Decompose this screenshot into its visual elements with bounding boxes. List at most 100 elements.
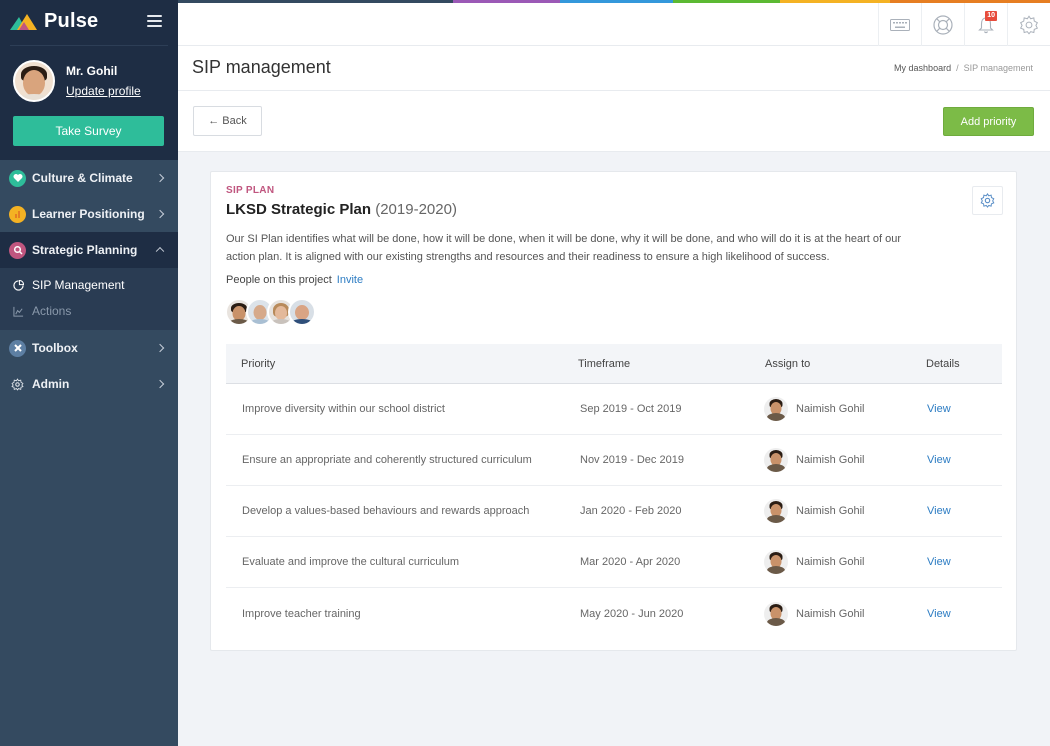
add-priority-button[interactable]: Add priority [943,107,1034,136]
details-cell: View [926,454,1002,466]
assignee-name: Naimish Gohil [796,454,865,466]
details-cell: View [926,608,1002,620]
table-row: Ensure an appropriate and coherently str… [226,435,1002,486]
sidebar-item-admin[interactable]: Admin [0,366,178,402]
table-body: Improve diversity within our school dist… [226,384,1002,639]
avatar[interactable] [764,550,788,574]
sidebar-header: Pulse Mr. Gohil Update profile Take Surv… [0,0,178,160]
logo-mountain-icon [10,13,37,30]
avatar[interactable] [764,601,788,626]
page-title: SIP management [192,57,331,77]
column-header-details[interactable]: Details [926,358,1002,370]
view-link[interactable]: View [927,403,951,415]
breadcrumb-separator: / [956,63,959,73]
sidebar-subitem-label: SIP Management [32,278,125,292]
timeframe-cell: Nov 2019 - Dec 2019 [580,454,684,466]
sidebar-item-learner-positioning[interactable]: Learner Positioning [0,196,178,232]
top-icon-group: 10 [878,3,1050,46]
back-button[interactable]: ← Back [193,106,262,136]
take-survey-button[interactable]: Take Survey [13,116,164,146]
avatar[interactable] [288,298,316,326]
priority-cell: Improve diversity within our school dist… [242,403,445,415]
app-name: Pulse [44,10,99,32]
priority-cell: Develop a values-based behaviours and re… [242,505,530,517]
assignee-cell: Naimish Gohil [764,601,926,626]
plan-name: LKSD Strategic Plan [226,201,372,218]
update-profile-link[interactable]: Update profile [66,84,141,98]
search-icon [9,241,26,259]
keyboard-button[interactable] [878,3,921,46]
priority-cell: Evaluate and improve the cultural curric… [242,556,460,568]
settings-gear-icon [1019,14,1039,35]
view-link[interactable]: View [927,454,951,466]
chart-icon [9,205,26,223]
assignee-cell: Naimish Gohil [764,397,926,421]
logo[interactable]: Pulse [10,10,98,33]
timeframe-cell: Sep 2019 - Oct 2019 [580,403,682,415]
priorities-table: Priority Timeframe Assign to Details Imp… [226,344,1002,639]
table-header: Priority Timeframe Assign to Details [226,344,1002,384]
sidebar-item-label: Culture & Climate [32,171,133,185]
priority-cell: Improve teacher training [242,607,361,620]
details-cell: View [926,556,1002,568]
chevron-right-icon [155,209,165,219]
sidebar-item-toolbox[interactable]: Toolbox [0,330,178,366]
gear-icon [980,193,995,208]
menu-toggle-icon[interactable] [147,15,162,27]
sidebar-subitem-label: Actions [32,304,72,318]
breadcrumb-current: SIP management [963,63,1033,73]
top-bar: 10 [178,0,1050,46]
breadcrumb-home[interactable]: My dashboard [894,63,951,73]
heart-icon [9,169,26,187]
assignee-cell: Naimish Gohil [764,550,926,574]
strategic-planning-submenu: SIP Management Actions [0,268,178,330]
view-link[interactable]: View [927,556,951,568]
help-lifebuoy-icon [933,14,953,35]
settings-button[interactable] [1007,3,1050,46]
table-row: Evaluate and improve the cultural curric… [226,537,1002,588]
plan-eyebrow: SIP PLAN [226,185,275,196]
actions-bar: ← Back Add priority [178,91,1050,152]
chevron-right-icon [155,343,165,353]
avatar[interactable] [764,448,788,472]
keyboard-icon [890,18,910,31]
sidebar-item-label: Toolbox [32,341,78,355]
page-header: SIP management My dashboard / SIP manageme… [178,46,1050,91]
sidebar-subitem-actions[interactable]: Actions [0,298,178,324]
plan-years: (2019-2020) [375,201,457,218]
notification-badge: 10 [985,11,997,21]
gear-icon [9,376,26,393]
sidebar-item-culture-climate[interactable]: Culture & Climate [0,160,178,196]
notifications-button[interactable]: 10 [964,3,1007,46]
avatar[interactable] [764,499,788,523]
assignee-name: Naimish Gohil [796,403,865,415]
assignee-cell: Naimish Gohil [764,448,926,472]
column-header-timeframe[interactable]: Timeframe [578,358,764,370]
chevron-right-icon [155,379,165,389]
invite-link[interactable]: Invite [337,274,363,286]
help-button[interactable] [921,3,964,46]
details-cell: View [926,505,1002,517]
sidebar-subitem-sip-management[interactable]: SIP Management [0,272,178,298]
avatar[interactable] [764,397,788,421]
assignee-name: Naimish Gohil [796,556,865,568]
column-header-assign-to[interactable]: Assign to [764,358,926,370]
pie-chart-icon [12,279,24,291]
chevron-right-icon [155,173,165,183]
view-link[interactable]: View [927,505,951,517]
column-header-priority[interactable]: Priority [226,358,578,370]
timeframe-cell: Mar 2020 - Apr 2020 [580,556,681,568]
plan-settings-button[interactable] [972,186,1003,215]
table-row: Improve diversity within our school dist… [226,384,1002,435]
people-section: People on this project Invite [226,274,363,286]
tools-icon [9,339,26,357]
divider [10,45,168,46]
timeframe-cell: Jan 2020 - Feb 2020 [580,505,682,517]
avatar[interactable] [13,60,55,102]
sidebar-item-strategic-planning[interactable]: Strategic Planning [0,232,178,268]
priority-cell: Ensure an appropriate and coherently str… [242,454,532,466]
assignee-name: Naimish Gohil [796,607,865,620]
user-name: Mr. Gohil [66,64,118,78]
sidebar-item-label: Admin [32,377,70,391]
view-link[interactable]: View [927,608,951,620]
